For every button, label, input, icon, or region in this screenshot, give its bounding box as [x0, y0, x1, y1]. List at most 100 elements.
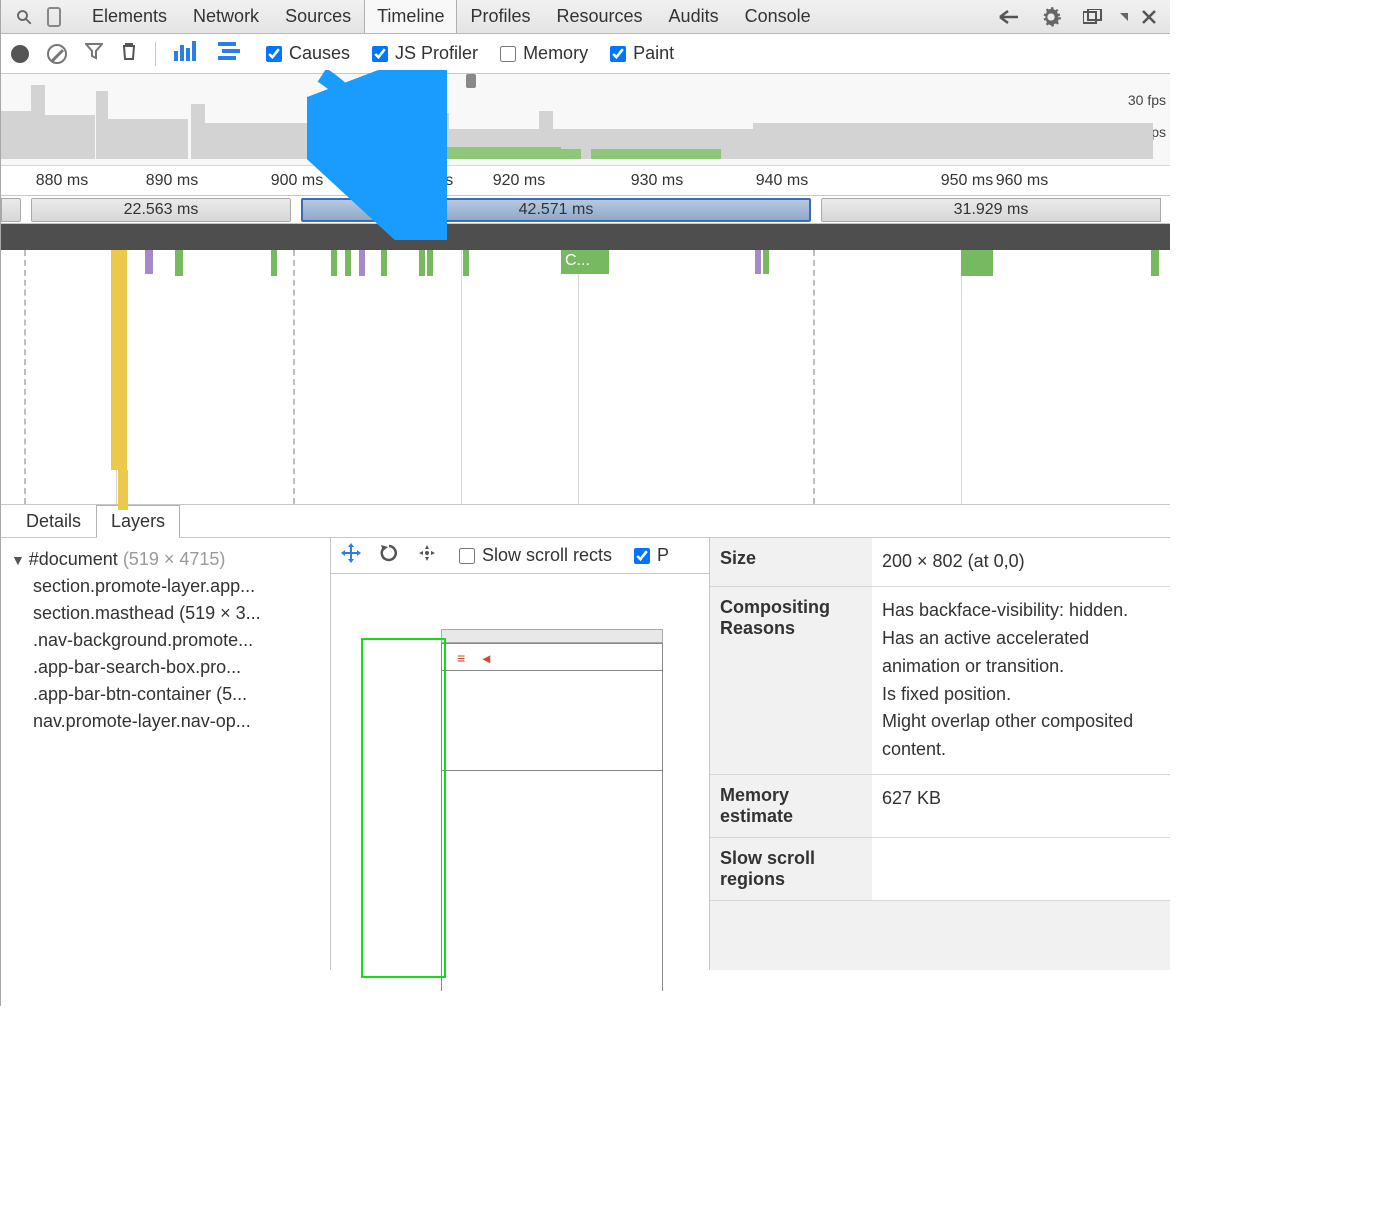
tab-sources[interactable]: Sources [272, 0, 364, 33]
slow-scroll-rects-checkbox[interactable]: Slow scroll rects [455, 545, 612, 567]
layer-preview: Slow scroll rects P ≡ ◂ [331, 538, 710, 970]
prop-slowscroll-value [872, 838, 1170, 900]
page-hamburger-icon: ≡ [457, 650, 465, 666]
frames-track[interactable]: 22.563 ms 42.571 ms 31.929 ms [1, 196, 1170, 224]
paint-checkbox[interactable]: Paint [606, 43, 674, 65]
layer-properties: Size 200 × 802 (at 0,0) Compositing Reas… [710, 538, 1170, 970]
flame-task[interactable] [763, 250, 769, 274]
tab-audits[interactable]: Audits [656, 0, 732, 33]
flame-task[interactable] [419, 250, 425, 276]
layer-tree-root[interactable]: #document (519 × 4715) [11, 546, 320, 573]
tab-resources[interactable]: Resources [544, 0, 656, 33]
devtools-tab-bar: Elements Network Sources Timeline Profil… [1, 0, 1170, 34]
page-body [441, 671, 663, 771]
prop-size-value: 200 × 802 (at 0,0) [872, 538, 1170, 586]
page-toolbar [441, 643, 663, 671]
reset-transform-icon[interactable] [417, 543, 437, 568]
fps-overview[interactable]: 30 fps 60 fps [1, 74, 1170, 166]
tab-elements[interactable]: Elements [79, 0, 180, 33]
tab-network[interactable]: Network [180, 0, 272, 33]
ruler-tick: 880 ms [36, 172, 88, 190]
paint-checkbox-preview[interactable]: P [630, 545, 669, 567]
page-flag-icon: ◂ [483, 650, 490, 667]
gear-icon[interactable] [1036, 2, 1066, 32]
frame-bar[interactable] [1, 198, 21, 222]
flame-task[interactable] [271, 250, 277, 276]
flame-task[interactable] [345, 250, 351, 276]
flame-task[interactable] [961, 250, 993, 276]
ruler-tick: 930 ms [631, 172, 683, 190]
layer-tree-item[interactable]: .app-bar-btn-container (5... [11, 681, 320, 708]
layer-tree-item[interactable]: section.promote-layer.app... [11, 573, 320, 600]
close-icon[interactable] [1140, 2, 1158, 32]
flame-task[interactable] [359, 250, 365, 276]
flame-chart[interactable]: C... [1, 224, 1170, 504]
flame-task[interactable] [175, 250, 183, 276]
flame-task[interactable] [145, 250, 153, 274]
ruler-tick: 890 ms [146, 172, 198, 190]
layer-tree-item[interactable]: .nav-background.promote... [11, 627, 320, 654]
prop-size-label: Size [710, 538, 872, 586]
layer-tree[interactable]: #document (519 × 4715) section.promote-l… [1, 538, 331, 970]
flame-task[interactable] [381, 250, 387, 276]
layer-tree-item[interactable]: section.masthead (519 × 3... [11, 600, 320, 627]
frame-bar-selected[interactable]: 42.571 ms [301, 198, 811, 222]
flame-task[interactable] [463, 250, 469, 276]
panel-tabs: Elements Network Sources Timeline Profil… [79, 0, 824, 33]
frame-bar[interactable]: 22.563 ms [31, 198, 291, 222]
prop-compositing-value: Has backface-visibility: hidden. Has an … [872, 587, 1170, 774]
prop-slowscroll-label: Slow scroll regions [710, 838, 872, 900]
ruler-tick: 900 ms [271, 172, 323, 190]
layer-tree-item[interactable]: nav.promote-layer.nav-op... [11, 708, 320, 735]
page-body [441, 771, 663, 991]
pan-icon[interactable] [341, 543, 361, 568]
device-icon[interactable] [39, 2, 69, 32]
flame-task[interactable] [427, 250, 433, 276]
timeline-toolbar: Causes JS Profiler Memory Paint [1, 34, 1170, 74]
waterfall-view-icon[interactable] [218, 42, 244, 65]
ruler-tick: 940 ms [756, 172, 808, 190]
tab-details[interactable]: Details [11, 505, 96, 537]
search-icon[interactable] [9, 2, 39, 32]
ruler-tick: 920 ms [493, 172, 545, 190]
rotate-icon[interactable] [379, 543, 399, 568]
tab-timeline[interactable]: Timeline [364, 0, 457, 33]
filter-icon[interactable] [85, 42, 103, 65]
memory-checkbox[interactable]: Memory [496, 43, 588, 65]
record-button[interactable] [11, 45, 29, 63]
dropdown-caret-icon[interactable] [1120, 13, 1128, 21]
selected-layer-outline [361, 638, 446, 978]
flame-task[interactable] [1151, 250, 1159, 276]
time-ruler[interactable]: 880 ms 890 ms 900 ms ms 920 ms 930 ms 94… [1, 166, 1170, 196]
ruler-tick: 960 ms [996, 172, 1048, 190]
clear-button[interactable] [47, 44, 67, 64]
causes-checkbox[interactable]: Causes [262, 43, 350, 65]
prop-memory-label: Memory estimate [710, 775, 872, 837]
ruler-tick: 950 ms [941, 172, 993, 190]
layer-preview-toolbar: Slow scroll rects P [331, 538, 709, 574]
show-drawer-icon[interactable] [994, 2, 1024, 32]
tab-profiles[interactable]: Profiles [457, 0, 543, 33]
fps-30-label: 30 fps [1128, 92, 1166, 108]
prop-compositing-label: Compositing Reasons [710, 587, 872, 774]
flame-task[interactable] [118, 470, 128, 510]
js-profiler-checkbox[interactable]: JS Profiler [368, 43, 478, 65]
dock-icon[interactable] [1078, 2, 1108, 32]
flame-task[interactable] [331, 250, 337, 276]
layers-panel: #document (519 × 4715) section.promote-l… [1, 538, 1170, 970]
tab-layers[interactable]: Layers [96, 505, 180, 538]
ruler-tick: ms [432, 172, 453, 190]
flame-task[interactable] [755, 250, 761, 274]
details-tab-bar: Details Layers [1, 504, 1170, 538]
overview-bars [1, 79, 1130, 159]
flame-task[interactable] [111, 250, 127, 470]
layer-preview-canvas[interactable]: ≡ ◂ [331, 574, 709, 970]
prop-memory-value: 627 KB [872, 775, 1170, 837]
flame-chart-view-icon[interactable] [174, 41, 200, 66]
page-titlebar [441, 629, 663, 643]
layer-tree-item[interactable]: .app-bar-search-box.pro... [11, 654, 320, 681]
tab-console[interactable]: Console [732, 0, 824, 33]
flame-task-composite[interactable]: C... [561, 250, 609, 274]
frame-bar[interactable]: 31.929 ms [821, 198, 1161, 222]
trash-icon[interactable] [121, 41, 137, 66]
